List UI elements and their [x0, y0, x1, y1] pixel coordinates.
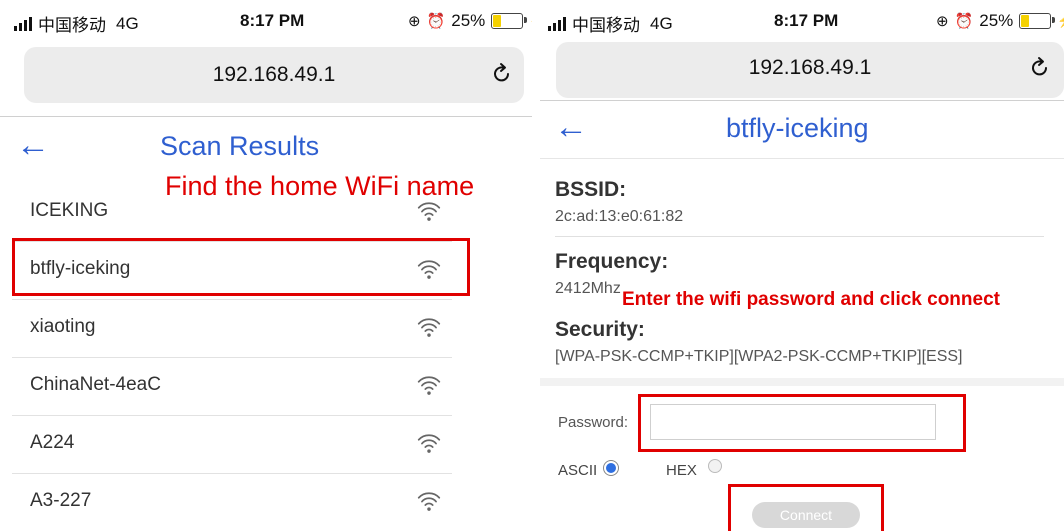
- status-time: 8:17 PM: [774, 11, 839, 30]
- url-text[interactable]: 192.168.49.1: [556, 56, 1064, 80]
- highlight-selected-network: [12, 238, 470, 296]
- url-text[interactable]: 192.168.49.1: [24, 63, 524, 87]
- signal-icon: [14, 16, 32, 31]
- battery-percent: 25%: [979, 11, 1014, 30]
- status-bar: 中国移动 4G 8:17 PM ⊕ ⏰ 25% ⚡: [540, 0, 1064, 40]
- network-list: ICEKING btfly-iceking xiaoting ChinaNet-…: [12, 184, 452, 531]
- address-bar[interactable]: 192.168.49.1: [24, 47, 524, 103]
- page-title: Scan Results: [160, 131, 320, 161]
- wifi-signal-icon: [416, 314, 442, 340]
- orientation-lock-icon: ⊕: [408, 13, 421, 30]
- scan-results-screen: 中国移动 4G 8:17 PM ⊕ ⏰ 25% ⚡ 192.168.49.1 ←…: [0, 0, 532, 531]
- reload-icon[interactable]: [490, 61, 514, 85]
- page-title: btfly-iceking: [726, 113, 869, 143]
- title-divider: [540, 158, 1064, 159]
- security-value: [WPA-PSK-CCMP+TKIP][WPA2-PSK-CCMP+TKIP][…: [555, 348, 963, 365]
- network-name: ChinaNet-4eaC: [30, 374, 161, 395]
- annotation-find-wifi: Find the home WiFi name: [165, 171, 475, 201]
- hex-radio[interactable]: [708, 459, 722, 473]
- section-gap: [540, 378, 1064, 386]
- reload-icon[interactable]: [1028, 55, 1052, 79]
- network-item-chinanet-4eac[interactable]: ChinaNet-4eaC: [12, 357, 452, 415]
- battery-icon: [491, 13, 528, 29]
- battery-icon: [1019, 13, 1056, 29]
- network-item-xiaoting[interactable]: xiaoting: [12, 299, 452, 357]
- network-item-a224[interactable]: A224: [12, 415, 452, 473]
- status-time: 8:17 PM: [240, 11, 305, 30]
- wifi-signal-icon: [416, 372, 442, 398]
- network-detail-screen: 中国移动 4G 8:17 PM ⊕ ⏰ 25% ⚡ 192.168.49.1 ←…: [540, 0, 1064, 531]
- network-type: 4G: [650, 13, 673, 33]
- wifi-signal-icon: [416, 488, 442, 514]
- signal-icon: [548, 16, 566, 31]
- frequency-label: Frequency:: [555, 250, 669, 273]
- highlight-password-field: [638, 394, 966, 452]
- toolbar-divider: [0, 116, 532, 117]
- orientation-lock-icon: ⊕: [936, 13, 949, 30]
- network-name: ICEKING: [30, 200, 109, 221]
- network-name: A3-227: [30, 490, 92, 511]
- bssid-value: 2c:ad:13:e0:61:82: [555, 208, 684, 225]
- charging-icon: ⚡: [529, 13, 532, 29]
- network-name: xiaoting: [30, 316, 96, 337]
- security-label: Security:: [555, 318, 645, 341]
- alarm-icon: ⏰: [954, 13, 974, 30]
- annotation-enter-password: Enter the wifi password and click connec…: [622, 289, 1000, 310]
- ascii-label: ASCII: [558, 462, 598, 479]
- wifi-signal-icon: [416, 430, 442, 456]
- status-bar: 中国移动 4G 8:17 PM ⊕ ⏰ 25% ⚡: [0, 0, 532, 40]
- password-label: Password:: [558, 414, 629, 431]
- network-name: A224: [30, 432, 75, 453]
- charging-icon: ⚡: [1057, 13, 1064, 29]
- network-item-a3-227[interactable]: A3-227: [12, 473, 452, 531]
- network-type: 4G: [116, 13, 139, 33]
- ascii-radio[interactable]: [604, 461, 618, 475]
- alarm-icon: ⏰: [426, 13, 446, 30]
- carrier-name: 中国移动: [572, 16, 640, 35]
- toolbar-divider: [540, 100, 1064, 101]
- bssid-label: BSSID:: [555, 178, 627, 201]
- battery-percent: 25%: [451, 11, 486, 30]
- hex-label: HEX: [666, 462, 697, 479]
- highlight-connect-button: [728, 484, 884, 531]
- back-arrow-icon[interactable]: ←: [554, 110, 588, 144]
- address-bar[interactable]: 192.168.49.1: [556, 42, 1064, 98]
- divider: [555, 236, 1044, 237]
- carrier-name: 中国移动: [38, 16, 106, 35]
- back-arrow-icon[interactable]: ←: [16, 128, 50, 162]
